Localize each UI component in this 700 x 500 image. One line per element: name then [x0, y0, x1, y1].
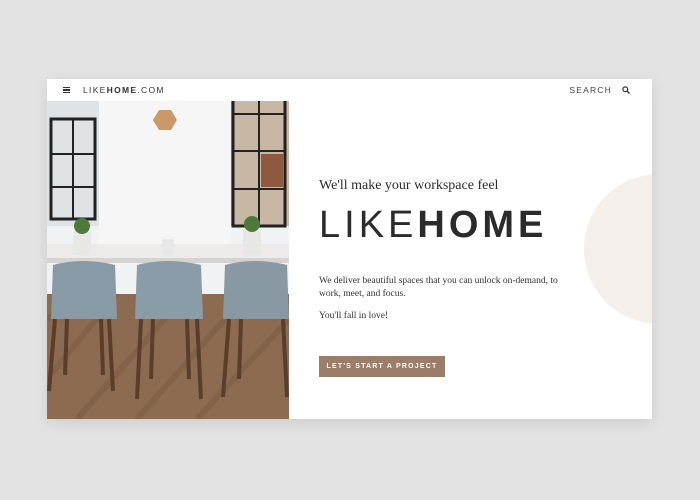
- logo-bold: HOME: [106, 85, 138, 95]
- description-text: We deliver beautiful spaces that you can…: [319, 276, 558, 299]
- hero-image: [47, 79, 289, 419]
- dining-room-illustration: [47, 79, 289, 419]
- brand-bold: HOME: [417, 204, 548, 246]
- landing-page: LIKEHOME.COM SEARCH We'll make your work…: [47, 79, 652, 419]
- magnifier-icon[interactable]: [622, 86, 630, 94]
- hamburger-menu-icon[interactable]: [63, 87, 70, 94]
- logo-suffix: .COM: [137, 85, 165, 95]
- start-project-label: LET'S START A PROJECT: [326, 363, 438, 370]
- search-link[interactable]: SEARCH: [569, 85, 612, 95]
- search-label: SEARCH: [569, 85, 612, 95]
- logo-prefix: LIKE: [83, 85, 107, 95]
- start-project-button[interactable]: LET'S START A PROJECT: [319, 356, 445, 377]
- tagline: We'll make your workspace feel: [319, 178, 499, 193]
- site-logo[interactable]: LIKEHOME.COM: [83, 85, 165, 95]
- brand-heading: LIKEHOME: [319, 203, 547, 247]
- love-line: You'll fall in love!: [319, 311, 389, 321]
- brand-light: LIKE: [319, 204, 418, 246]
- decorative-circle: [584, 174, 652, 324]
